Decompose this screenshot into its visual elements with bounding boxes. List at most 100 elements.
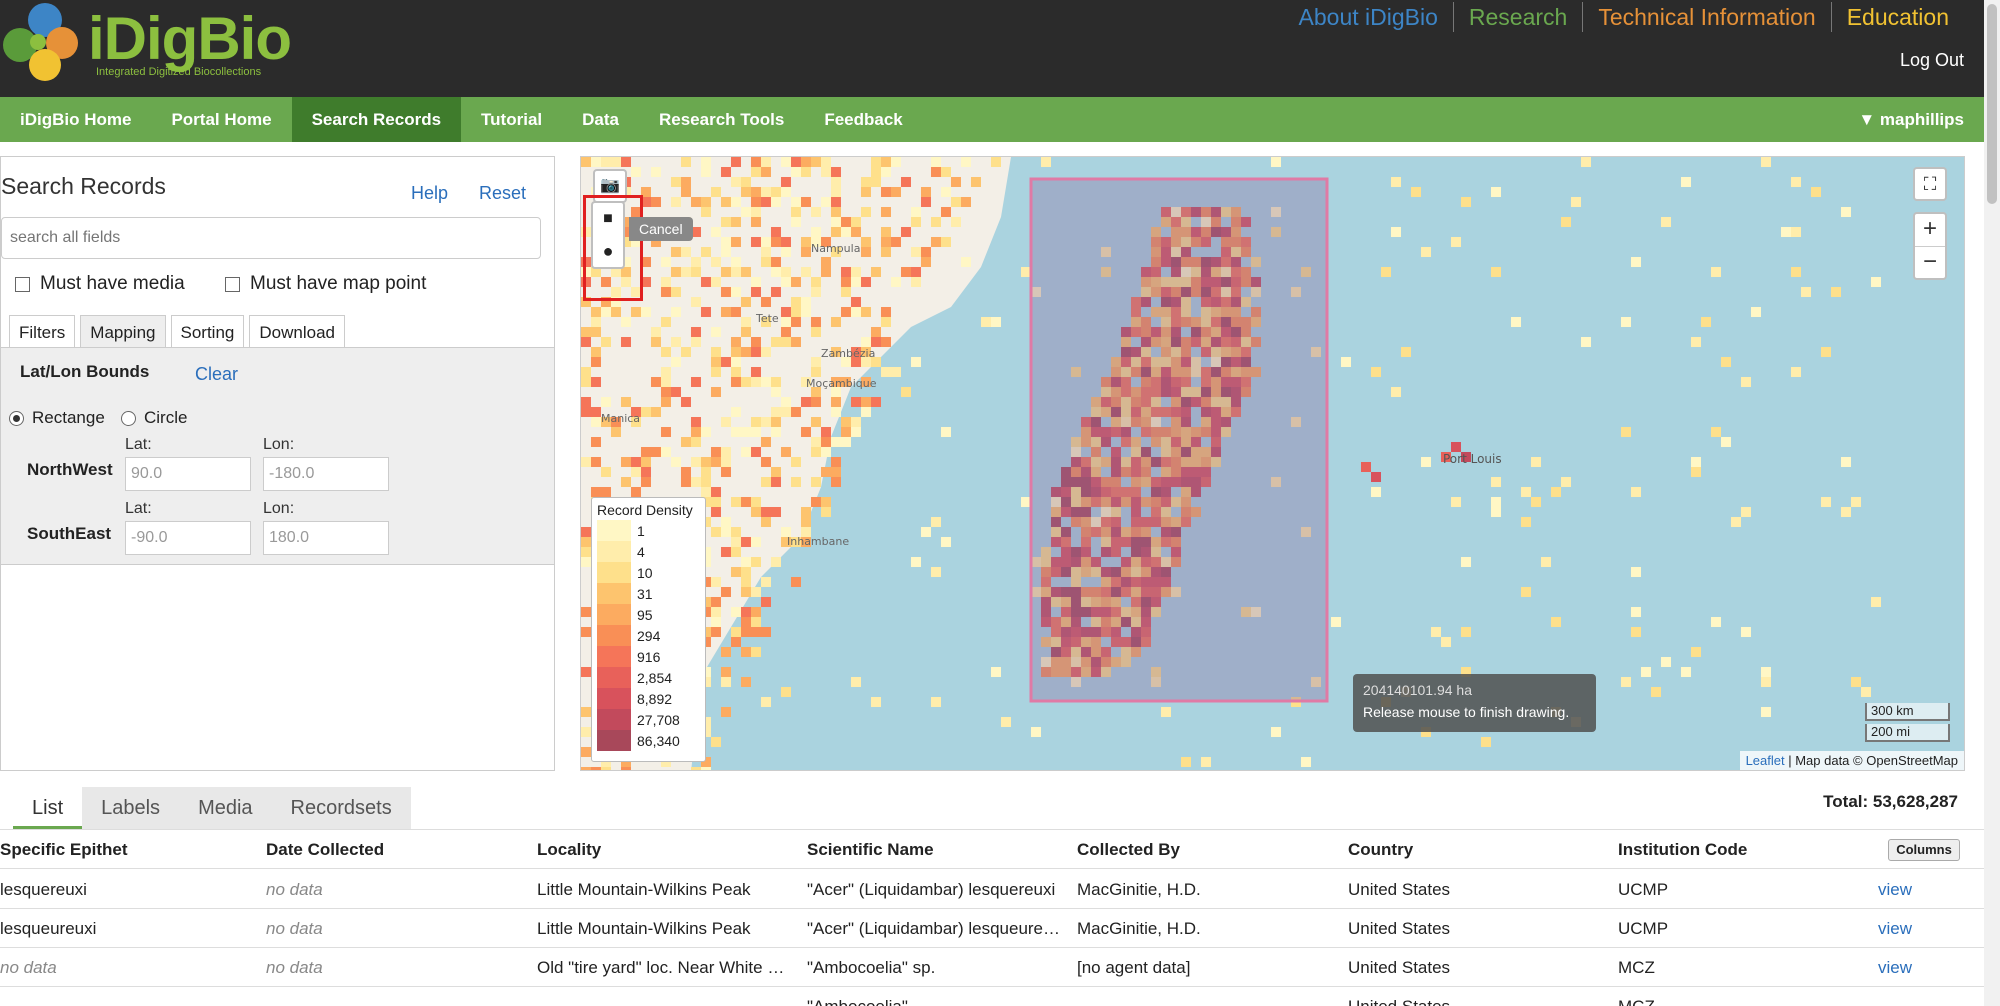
density-cell xyxy=(601,397,611,407)
density-cell xyxy=(781,277,791,287)
density-cell xyxy=(731,567,741,577)
density-cell xyxy=(731,177,741,187)
density-cell xyxy=(921,187,931,197)
draw-circle-icon[interactable]: ● xyxy=(593,236,623,269)
view-link[interactable]: view xyxy=(1878,909,1958,948)
map-canvas[interactable]: Port Louis Nampula Zambézia Tete Inhamba… xyxy=(581,157,1965,771)
radio-dot[interactable] xyxy=(9,410,24,426)
cell-locality: Little Mountain-Wilkins Peak xyxy=(537,880,751,899)
col-specific-epithet[interactable]: Specific Epithet xyxy=(0,830,128,869)
nav-feedback[interactable]: Feedback xyxy=(804,97,922,142)
view-link[interactable]: view xyxy=(1878,948,1958,987)
density-cell xyxy=(771,467,781,477)
tab-download[interactable]: Download xyxy=(249,315,345,348)
se-lat-input[interactable]: -90.0 xyxy=(125,521,251,555)
density-cell xyxy=(751,207,761,217)
circle-radio[interactable]: Circle xyxy=(121,408,187,428)
tab-filters[interactable]: Filters xyxy=(9,315,76,348)
reset-link[interactable]: Reset xyxy=(479,183,526,204)
logout-link[interactable]: Log Out xyxy=(1900,50,1964,71)
nav-tutorial[interactable]: Tutorial xyxy=(461,97,562,142)
density-cell xyxy=(1631,487,1641,497)
se-lon-input[interactable]: 180.0 xyxy=(263,521,389,555)
density-cell xyxy=(1371,367,1381,377)
density-cell xyxy=(861,407,871,417)
col-country[interactable]: Country xyxy=(1348,830,1413,869)
density-cell xyxy=(881,237,891,247)
col-locality[interactable]: Locality xyxy=(537,830,601,869)
col-date-collected[interactable]: Date Collected xyxy=(266,830,384,869)
top-link-about-idigbio[interactable]: About iDigBio xyxy=(1284,2,1453,32)
nav-portal-home[interactable]: Portal Home xyxy=(151,97,291,142)
density-cell xyxy=(751,367,761,377)
zoom-in-button[interactable]: + xyxy=(1915,214,1945,247)
density-cell xyxy=(821,467,831,477)
cancel-drawing-button[interactable]: Cancel xyxy=(629,217,693,241)
checkbox-box[interactable] xyxy=(15,276,30,292)
tab-mapping[interactable]: Mapping xyxy=(80,315,166,348)
search-input[interactable] xyxy=(1,217,541,259)
density-cell xyxy=(741,267,751,277)
tab-recordsets[interactable]: Recordsets xyxy=(271,787,411,829)
nav-idigbio-home[interactable]: iDigBio Home xyxy=(0,97,151,142)
col-institution-code[interactable]: Institution Code xyxy=(1618,830,1747,869)
nw-lon-input[interactable]: -180.0 xyxy=(263,457,389,491)
legend-swatch xyxy=(597,541,631,562)
tab-labels[interactable]: Labels xyxy=(82,787,180,829)
density-cell xyxy=(761,187,771,197)
density-cell xyxy=(751,187,761,197)
view-link[interactable]: view xyxy=(1878,870,1958,909)
rectangle-radio[interactable]: Rectange xyxy=(9,408,105,428)
tab-media[interactable]: Media xyxy=(179,787,272,829)
density-cell xyxy=(911,247,921,257)
density-cell xyxy=(581,707,591,717)
tab-list[interactable]: List xyxy=(13,787,83,829)
col-scientific-name[interactable]: Scientific Name xyxy=(807,830,934,869)
user-menu[interactable]: ▼ maphillips xyxy=(1858,97,1964,142)
density-cell xyxy=(721,217,731,227)
columns-button[interactable]: Columns xyxy=(1888,839,1960,861)
nav-data[interactable]: Data xyxy=(562,97,639,142)
leaflet-link[interactable]: Leaflet xyxy=(1746,753,1785,768)
page-scrollbar[interactable] xyxy=(1984,0,2000,1006)
must-have-media-checkbox[interactable]: Must have media xyxy=(15,273,185,295)
density-cell xyxy=(881,247,891,257)
clear-bounds-link[interactable]: Clear xyxy=(195,364,238,385)
table-row[interactable]: lesquereuxi no data Little Mountain-Wilkin… xyxy=(0,870,1984,909)
density-cell xyxy=(681,177,691,187)
density-cell xyxy=(721,417,731,427)
idigbio-logo[interactable]: iDigBio Integrated Digitized Biocollecti… xyxy=(0,0,292,90)
help-link[interactable]: Help xyxy=(411,183,448,204)
density-cell xyxy=(771,557,781,567)
fullscreen-icon[interactable]: ⛶ xyxy=(1913,167,1947,201)
table-row[interactable]: "Ambocoelia" United States MCZ xyxy=(0,987,1984,1006)
density-cell xyxy=(791,297,801,307)
nav-search-records[interactable]: Search Records xyxy=(291,97,462,142)
density-cell xyxy=(1791,367,1801,377)
density-cell xyxy=(621,457,631,467)
map-view[interactable]: Port Louis Nampula Zambézia Tete Inhamba… xyxy=(580,156,1965,771)
density-cell xyxy=(751,277,761,287)
tab-sorting[interactable]: Sorting xyxy=(170,315,245,348)
density-cell xyxy=(761,297,771,307)
col-collected-by[interactable]: Collected By xyxy=(1077,830,1180,869)
density-cell xyxy=(941,537,951,547)
density-cell xyxy=(861,207,871,217)
scrollbar-thumb[interactable] xyxy=(1987,4,1997,204)
nw-lat-input[interactable]: 90.0 xyxy=(125,457,251,491)
top-link-technical-information[interactable]: Technical Information xyxy=(1582,2,1830,32)
density-cell xyxy=(651,447,661,457)
top-link-education[interactable]: Education xyxy=(1830,2,1964,32)
density-cell xyxy=(761,377,771,387)
table-row[interactable]: no data no data Old "tire yard" loc. Near … xyxy=(0,948,1984,987)
draw-rectangle-icon[interactable]: ■ xyxy=(593,203,623,236)
checkbox-box[interactable] xyxy=(225,276,240,292)
density-cell xyxy=(811,157,821,167)
table-row[interactable]: lesqueureuxi no data Little Mountain-Wilki… xyxy=(0,909,1984,948)
top-link-research[interactable]: Research xyxy=(1452,2,1582,32)
density-cell xyxy=(721,587,731,597)
must-have-map-point-checkbox[interactable]: Must have map point xyxy=(225,273,426,295)
radio-dot[interactable] xyxy=(121,410,136,426)
nav-research-tools[interactable]: Research Tools xyxy=(639,97,804,142)
zoom-out-button[interactable]: − xyxy=(1915,247,1945,280)
